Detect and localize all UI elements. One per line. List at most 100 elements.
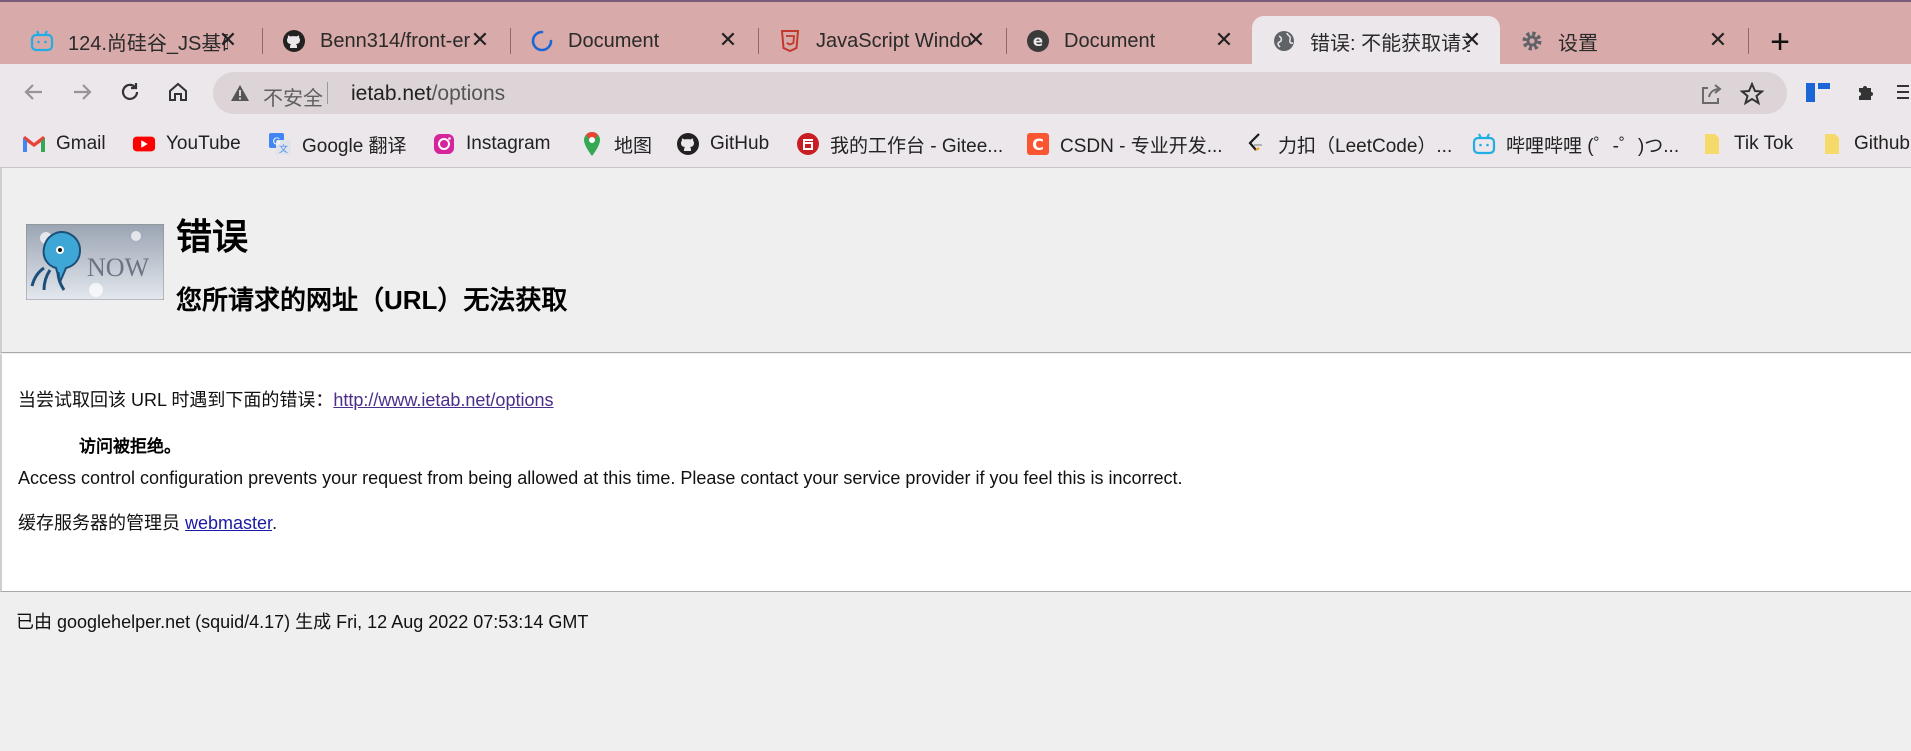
tab-strip: 124.尚硅谷_JS基础 ✕ Benn314/front-er ✕ Docume… bbox=[0, 0, 1911, 66]
footer-text: 已由 googlehelper.net (squid/4.17) 生成 Fri,… bbox=[16, 612, 589, 632]
edge-e-icon: e bbox=[1026, 29, 1050, 53]
tab-3[interactable]: Document ✕ bbox=[510, 16, 756, 66]
tab-2[interactable]: Benn314/front-er ✕ bbox=[262, 16, 508, 66]
arrow-right-icon bbox=[74, 84, 92, 100]
admin-line: 缓存服务器的管理员 webmaster. bbox=[18, 509, 277, 535]
new-tab-button[interactable]: + bbox=[1764, 22, 1796, 62]
retrieve-prefix: 当尝试取回该 URL 时遇到下面的错误： bbox=[18, 390, 334, 410]
github-icon bbox=[282, 29, 306, 53]
bilibili-icon bbox=[30, 29, 54, 53]
bookmark-leetcode[interactable]: 力扣（LeetCode）... bbox=[1244, 130, 1452, 158]
youtube-icon bbox=[132, 132, 156, 156]
extension-ietab-button[interactable] bbox=[1802, 76, 1834, 108]
folder-icon bbox=[1820, 132, 1844, 156]
maps-pin-icon bbox=[580, 132, 604, 156]
page-subtitle: 您所请求的网址（URL）无法获取 bbox=[176, 285, 568, 315]
bookmark-label: YouTube bbox=[166, 133, 241, 154]
puzzle-icon bbox=[1859, 86, 1873, 100]
admin-suffix: . bbox=[272, 513, 278, 533]
menu-lines-icon bbox=[1896, 85, 1909, 99]
svg-text:e: e bbox=[1033, 32, 1043, 50]
tab-title: 设置 bbox=[1558, 32, 1598, 55]
tab-title: Document bbox=[1064, 29, 1156, 52]
failed-url-link[interactable]: http://www.ietab.net/options bbox=[333, 390, 553, 410]
url-text[interactable]: ietab.net/options bbox=[351, 82, 505, 106]
gmail-icon bbox=[22, 132, 46, 156]
bookmark-label: Google 翻译 bbox=[302, 135, 407, 157]
url-host: ietab.net bbox=[351, 82, 432, 105]
bookmark-folder-github[interactable]: Github bbox=[1820, 130, 1910, 158]
close-icon[interactable]: ✕ bbox=[216, 28, 240, 52]
extensions-button[interactable] bbox=[1851, 76, 1883, 108]
bookmark-gitee[interactable]: 我的工作台 - Gitee... bbox=[796, 130, 1003, 158]
bookmark-csdn[interactable]: C CSDN - 专业开发... bbox=[1026, 130, 1223, 158]
bookmark-gmail[interactable]: Gmail bbox=[22, 130, 106, 158]
bookmark-label: 哔哩哔哩 (゜-゜)つ... bbox=[1506, 135, 1680, 157]
svg-text:C: C bbox=[1032, 135, 1044, 154]
bookmark-label: 地图 bbox=[614, 135, 653, 157]
bookmark-youtube[interactable]: YouTube bbox=[132, 130, 241, 158]
divider bbox=[327, 82, 328, 104]
bookmark-star-icon[interactable] bbox=[1739, 81, 1765, 107]
leetcode-icon bbox=[1244, 132, 1268, 156]
tab-1[interactable]: 124.尚硅谷_JS基础 ✕ bbox=[10, 16, 256, 66]
bookmark-folder-tiktok[interactable]: Tik Tok bbox=[1700, 130, 1793, 158]
admin-prefix: 缓存服务器的管理员 bbox=[18, 513, 186, 533]
tab-7[interactable]: 设置 ✕ bbox=[1500, 16, 1746, 66]
google-translate-icon: G文 bbox=[268, 132, 292, 156]
html5-icon bbox=[778, 29, 802, 53]
bookmark-instagram[interactable]: Instagram bbox=[432, 130, 550, 158]
squid-logo: NOW bbox=[25, 223, 165, 301]
tab-title: Benn314/front-er bbox=[320, 29, 471, 52]
bookmark-label: GitHub bbox=[710, 133, 770, 154]
github-icon bbox=[676, 132, 700, 156]
url-path: /options bbox=[431, 82, 506, 105]
close-icon[interactable]: ✕ bbox=[964, 28, 988, 52]
retrieve-line: 当尝试取回该 URL 时遇到下面的错误：http://www.ietab.net… bbox=[18, 386, 553, 412]
home-button[interactable] bbox=[162, 76, 194, 108]
bilibili-icon bbox=[1472, 132, 1496, 156]
bookmark-label: Instagram bbox=[466, 133, 551, 154]
tab-title: Document bbox=[568, 29, 660, 52]
webmaster-link[interactable]: webmaster bbox=[185, 513, 272, 533]
bookmark-label: Tik Tok bbox=[1734, 133, 1794, 154]
tab-5[interactable]: e Document ✕ bbox=[1006, 16, 1252, 66]
arrow-left-icon bbox=[24, 84, 42, 100]
bookmark-maps[interactable]: 地图 bbox=[580, 130, 652, 158]
close-icon[interactable]: ✕ bbox=[716, 28, 740, 52]
page-content: NOW 错误 您所请求的网址（URL）无法获取 当尝试取回该 URL 时遇到下面… bbox=[0, 168, 1911, 751]
close-icon[interactable]: ✕ bbox=[1212, 28, 1236, 52]
bookmark-label: 我的工作台 - Gitee... bbox=[830, 135, 1004, 157]
tab-title: 124.尚硅谷_JS基础 bbox=[68, 32, 228, 55]
access-denied-text: 访问被拒绝。 bbox=[79, 437, 181, 456]
bookmark-label: Github bbox=[1854, 133, 1910, 154]
close-icon[interactable]: ✕ bbox=[1460, 28, 1484, 52]
tab-divider bbox=[1748, 28, 1749, 54]
bookmark-bilibili[interactable]: 哔哩哔哩 (゜-゜)つ... bbox=[1472, 130, 1679, 158]
bookmark-label: 力扣（LeetCode）... bbox=[1278, 135, 1453, 157]
browser-toolbar: 不安全 ietab.net/options bbox=[0, 64, 1911, 120]
address-bar[interactable]: 不安全 ietab.net/options bbox=[213, 72, 1787, 114]
bookmark-github[interactable]: GitHub bbox=[676, 130, 769, 158]
tab-title: 错误: 不能获取请求 bbox=[1310, 32, 1470, 55]
svg-text:文: 文 bbox=[279, 143, 288, 155]
security-label[interactable]: 不安全 bbox=[263, 82, 323, 111]
menu-button[interactable] bbox=[1892, 76, 1911, 108]
tab-title: JavaScript Windo bbox=[816, 29, 972, 52]
reload-button[interactable] bbox=[114, 76, 146, 108]
forward-button[interactable] bbox=[66, 76, 98, 108]
close-icon[interactable]: ✕ bbox=[1706, 28, 1730, 52]
bookmark-google-translate[interactable]: G文 Google 翻译 bbox=[268, 130, 407, 158]
loading-spinner-icon bbox=[530, 29, 554, 53]
globe-icon bbox=[1272, 29, 1296, 53]
ietab-extension-icon bbox=[1806, 83, 1830, 102]
bookmark-label: CSDN - 专业开发... bbox=[1060, 135, 1223, 157]
back-button[interactable] bbox=[18, 76, 50, 108]
error-header: NOW 错误 您所请求的网址（URL）无法获取 bbox=[0, 168, 1911, 353]
warning-icon[interactable] bbox=[229, 82, 251, 109]
tab-6-active[interactable]: 错误: 不能获取请求 ✕ bbox=[1252, 16, 1500, 66]
share-icon[interactable] bbox=[1698, 81, 1724, 107]
close-icon[interactable]: ✕ bbox=[468, 28, 492, 52]
gitee-icon bbox=[796, 132, 820, 156]
tab-4[interactable]: JavaScript Windo ✕ bbox=[758, 16, 1004, 66]
